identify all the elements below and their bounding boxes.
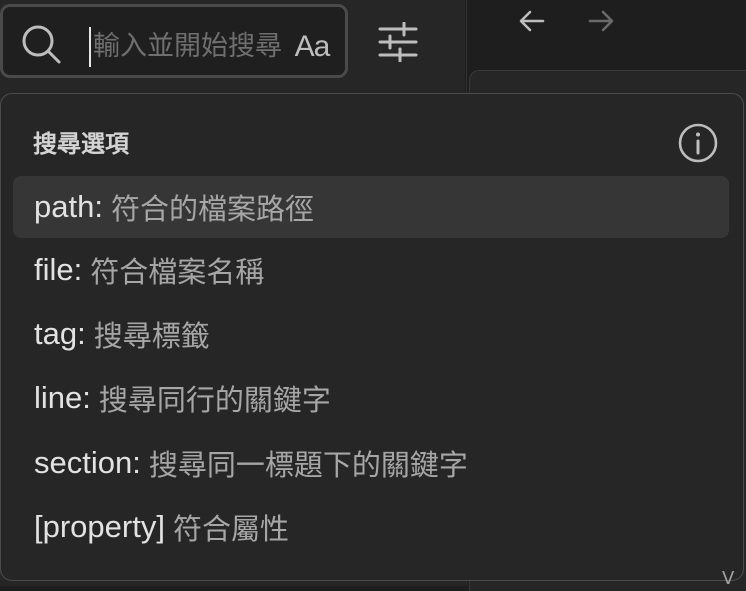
option-key: section: xyxy=(34,445,141,480)
search-option-path[interactable]: path: 符合的檔案路徑 xyxy=(13,176,729,238)
option-description: 符合屬性 xyxy=(172,512,289,546)
search-option-file[interactable]: file: 符合檔案名稱 xyxy=(13,239,729,301)
option-key: line: xyxy=(34,380,91,415)
popup-title: 搜尋選項 xyxy=(33,130,129,158)
search-option-tag[interactable]: tag: 搜尋標籤 xyxy=(13,303,729,365)
option-description: 符合檔案名稱 xyxy=(90,255,265,289)
navigate-forward-button[interactable] xyxy=(584,6,618,36)
arrow-right-icon xyxy=(588,10,614,32)
search-settings-button[interactable] xyxy=(374,20,422,64)
option-key: [property] xyxy=(34,509,165,544)
search-input[interactable] xyxy=(91,21,293,71)
option-key: tag: xyxy=(34,316,86,351)
arrow-left-icon xyxy=(519,10,545,32)
search-option-property[interactable]: [property] 符合屬性 xyxy=(13,496,729,558)
search-options-popup: 搜尋選項 path: 符合的檔案路徑 file: 符合檔案名稱 tag: 搜尋標… xyxy=(0,93,744,581)
option-description: 符合的檔案路徑 xyxy=(110,192,314,226)
option-description: 搜尋同一標題下的關鍵字 xyxy=(148,448,468,482)
search-box[interactable]: Aa xyxy=(0,4,348,78)
navigate-back-button[interactable] xyxy=(515,6,549,36)
option-description: 搜尋同行的關鍵字 xyxy=(98,383,331,417)
search-icon xyxy=(22,25,61,64)
editor-header xyxy=(467,0,746,70)
option-key: path: xyxy=(34,189,103,224)
search-option-section[interactable]: section: 搜尋同一標題下的關鍵字 xyxy=(13,432,729,494)
info-icon[interactable] xyxy=(677,122,719,164)
option-description: 搜尋標籤 xyxy=(93,319,210,353)
sliders-icon xyxy=(378,22,418,62)
option-key: file: xyxy=(34,252,83,287)
search-option-line[interactable]: line: 搜尋同行的關鍵字 xyxy=(13,367,729,429)
match-case-toggle[interactable]: Aa xyxy=(289,27,335,67)
